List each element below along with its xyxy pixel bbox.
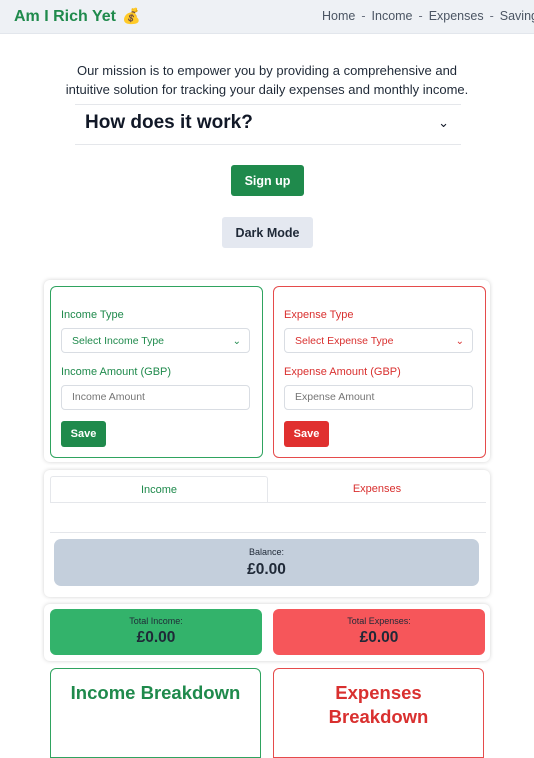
income-type-selected: Select Income Type (72, 335, 165, 347)
balance-panel: Balance: £0.00 (54, 539, 479, 586)
expenses-breakdown-title: Expenses Breakdown (328, 682, 429, 727)
signup-button[interactable]: Sign up (231, 165, 304, 196)
nav-links: Home-Income-Expenses-Savings (322, 9, 534, 23)
entry-forms-card: Income Type Select Income Type ⌄ Income … (44, 280, 490, 462)
brand-logo[interactable]: Am I Rich Yet 💰 (14, 7, 141, 26)
balance-label: Balance: (248, 547, 285, 557)
total-expenses-label: Total Expenses: (347, 616, 411, 626)
nav-link-income[interactable]: Income (372, 9, 413, 23)
chevron-down-icon: ⌄ (438, 115, 449, 130)
tab-income[interactable]: Income (50, 476, 268, 502)
expense-type-select[interactable]: Select Expense Type ⌄ (284, 328, 473, 353)
total-income-panel: Total Income: £0.00 (50, 609, 262, 655)
balance-value: £0.00 (247, 561, 286, 578)
divider (50, 532, 486, 533)
income-amount-label: Income Amount (GBP) (61, 366, 172, 378)
total-expenses-value: £0.00 (359, 629, 399, 646)
money-bag-icon: 💰 (122, 8, 142, 25)
income-type-select[interactable]: Select Income Type ⌄ (61, 328, 250, 353)
expense-form: Expense Type Select Expense Type ⌄ Expen… (273, 286, 486, 458)
income-breakdown-panel: Income Breakdown (50, 668, 261, 758)
records-card: Income Expenses Balance: £0.00 (44, 470, 490, 597)
income-save-button[interactable]: Save (61, 421, 106, 447)
total-income-value: £0.00 (136, 629, 176, 646)
nav-link-savings[interactable]: Savings (500, 9, 534, 23)
income-form: Income Type Select Income Type ⌄ Income … (50, 286, 263, 458)
nav-separator: - (418, 9, 423, 23)
nav-link-expenses[interactable]: Expenses (429, 9, 484, 23)
chevron-down-icon: ⌄ (455, 336, 464, 347)
nav-separator: - (489, 9, 494, 23)
brand-name: Am I Rich Yet (14, 8, 116, 25)
expense-save-button[interactable]: Save (284, 421, 329, 447)
expense-amount-label: Expense Amount (GBP) (284, 366, 401, 378)
income-breakdown-title: Income Breakdown (70, 682, 241, 703)
dark-mode-button[interactable]: Dark Mode (222, 217, 313, 248)
mission-statement: Our mission is to empower you by providi… (65, 63, 469, 97)
nav-separator: - (361, 9, 366, 23)
total-income-label: Total Income: (129, 616, 183, 626)
expense-amount-input[interactable] (284, 385, 473, 410)
expense-type-selected: Select Expense Type (295, 335, 394, 347)
expenses-breakdown-panel: Expenses Breakdown (273, 668, 484, 758)
nav-link-home[interactable]: Home (322, 9, 355, 23)
faq-accordion[interactable]: How does it work? ⌄ (75, 104, 461, 145)
totals-card: Total Income: £0.00 Total Expenses: £0.0… (44, 604, 490, 661)
total-expenses-panel: Total Expenses: £0.00 (273, 609, 485, 655)
income-amount-input[interactable] (61, 385, 250, 410)
expense-type-label: Expense Type (284, 309, 354, 321)
faq-question: How does it work? (85, 112, 253, 133)
tab-expenses[interactable]: Expenses (268, 476, 486, 502)
top-navbar: Am I Rich Yet 💰 Home - Income - Expenses - Sav… (0, 0, 534, 34)
income-type-label: Income Type (61, 309, 124, 321)
records-tabs: Income Expenses (50, 476, 486, 503)
chevron-down-icon: ⌄ (232, 336, 241, 347)
